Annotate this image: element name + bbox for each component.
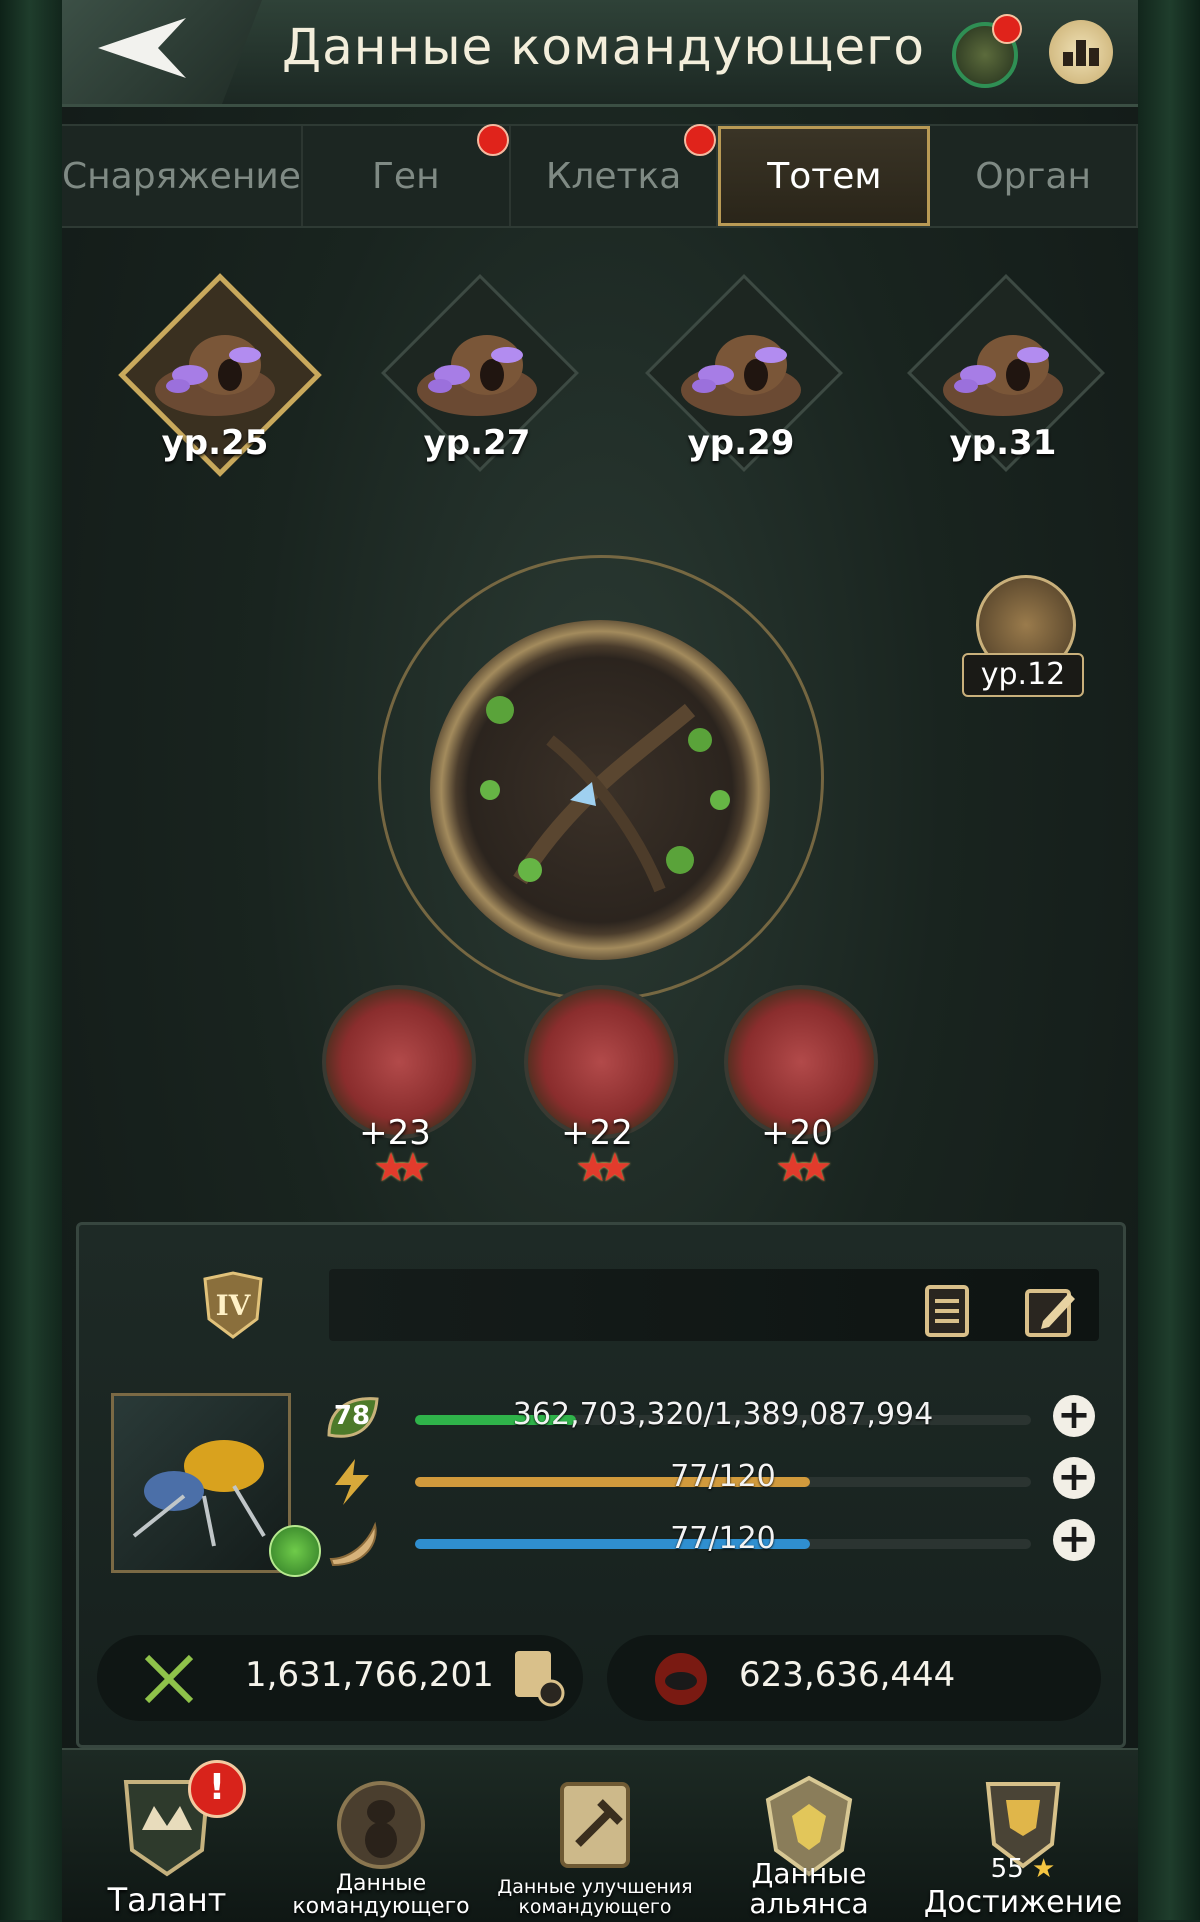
ranking-bar: [1076, 40, 1086, 66]
mushroom-nest-icon: [155, 335, 275, 416]
tab-organ[interactable]: Орган: [930, 126, 1139, 226]
achievement-count-value: 55: [990, 1854, 1024, 1884]
star-rating: ★★: [775, 1145, 833, 1191]
nav-commander-upgrade[interactable]: Данные улучшения командующего: [490, 1750, 700, 1922]
nav-alliance-data[interactable]: Данные альянса: [704, 1750, 914, 1922]
totem-level-item[interactable]: ур.29: [636, 265, 846, 475]
level-leaf-icon: 78: [325, 1395, 381, 1445]
nav-label: Данные командующего: [292, 1870, 470, 1919]
energy-bar-row: 77/120 +: [325, 1457, 1105, 1505]
stamina-text: 77/120: [670, 1521, 776, 1556]
commander-info-panel: IV 78 362,703,320/1,389,087,994 + 77/120…: [76, 1222, 1126, 1748]
totem-level-label: ур.27: [423, 423, 531, 463]
totem-skill-medal[interactable]: +20 ★★: [712, 985, 882, 1195]
star-rating: ★★: [373, 1145, 431, 1191]
commander-level: 78: [333, 1401, 371, 1431]
power-value: 1,631,766,201: [245, 1655, 494, 1695]
tab-totem[interactable]: Тотем: [718, 126, 931, 226]
totem-level-item[interactable]: ур.31: [898, 265, 1108, 475]
commander-ant-icon: [337, 1781, 425, 1869]
vine-butterfly-icon: [480, 696, 730, 893]
star-icon: ★: [1032, 1854, 1056, 1884]
mushroom-nest-icon: [943, 335, 1063, 416]
tab-label: Орган: [975, 155, 1091, 197]
star-rating: ★★: [575, 1145, 633, 1191]
add-experience-button[interactable]: +: [1053, 1395, 1095, 1437]
history-scroll-icon[interactable]: [509, 1647, 565, 1707]
edit-icon: [1025, 1289, 1075, 1337]
crossed-swords-icon: [144, 1654, 194, 1704]
mushroom-nest-icon: [417, 335, 537, 416]
notification-dot: [476, 124, 509, 156]
horn-icon: [329, 1521, 377, 1567]
back-arrow-icon: [98, 18, 186, 78]
ant-commander-icon: [132, 1440, 266, 1547]
nav-label: Достижение: [923, 1884, 1123, 1920]
nav-talent[interactable]: ! Талант: [62, 1750, 272, 1922]
tab-label: Клетка: [545, 155, 682, 197]
header-bar: Данные командующего: [62, 0, 1138, 107]
details-button[interactable]: [921, 1283, 977, 1339]
page-title: Данные командующего: [282, 18, 926, 76]
totem-level-item[interactable]: ур.27: [372, 265, 582, 475]
back-button[interactable]: [62, 0, 262, 104]
nav-achievement[interactable]: 55 ★ Достижение: [918, 1750, 1128, 1922]
energy-text: 77/120: [670, 1459, 776, 1494]
dead-ant-icon: [655, 1653, 707, 1705]
tab-gene[interactable]: Ген: [303, 124, 511, 226]
ranking-chart-icon[interactable]: [1049, 20, 1113, 84]
totem-emblem[interactable]: [430, 620, 770, 960]
achievement-count: 55 ★: [918, 1854, 1128, 1884]
totem-level-label: ур.31: [949, 423, 1057, 463]
refresh-icon[interactable]: [269, 1525, 321, 1577]
lightning-icon: [335, 1459, 369, 1505]
tab-bar: Снаряжение Ген Клетка Тотем Орган: [62, 124, 1139, 228]
rank-badge: IV: [203, 1271, 263, 1339]
tab-label: Ген: [371, 155, 440, 197]
experience-bar-row: 78 362,703,320/1,389,087,994 +: [325, 1395, 1105, 1441]
tab-label: Тотем: [767, 155, 882, 197]
commander-name-field: [329, 1269, 1099, 1341]
totem-level-label: ур.25: [161, 423, 269, 463]
nav-label: Талант: [107, 1881, 227, 1920]
upgrade-scroll-icon: [560, 1782, 630, 1868]
document-icon: [925, 1285, 969, 1337]
stamina-bar-row: 77/120 +: [325, 1519, 1105, 1567]
ranking-bar: [1089, 48, 1099, 66]
totem-core-level: ур.12: [962, 653, 1084, 697]
notification-dot: [684, 124, 717, 156]
kills-stat: 623,636,444: [607, 1635, 1101, 1721]
talent-alert-badge: !: [188, 1760, 246, 1818]
pet-icon[interactable]: [952, 14, 1022, 88]
experience-text: 362,703,320/1,389,087,994: [512, 1397, 934, 1432]
nav-label: Данные альянса: [749, 1857, 869, 1920]
power-stat: 1,631,766,201: [97, 1635, 583, 1721]
rename-button[interactable]: [1023, 1283, 1079, 1339]
totem-level-label: ур.29: [687, 423, 795, 463]
nav-commander-data[interactable]: Данные командующего: [276, 1750, 486, 1922]
tab-equipment[interactable]: Снаряжение: [62, 126, 303, 226]
totem-skill-medal[interactable]: +22 ★★: [512, 985, 682, 1195]
mushroom-nest-icon: [681, 335, 801, 416]
rank-numeral: IV: [216, 1289, 252, 1322]
totem-core-badge[interactable]: ур.12: [958, 575, 1088, 705]
kills-value: 623,636,444: [739, 1655, 956, 1695]
add-energy-button[interactable]: +: [1053, 1457, 1095, 1499]
add-stamina-button[interactable]: +: [1053, 1519, 1095, 1561]
nav-label: Данные улучшения командующего: [497, 1876, 693, 1919]
totem-skill-medal[interactable]: +23 ★★: [310, 985, 480, 1195]
notification-dot: [992, 14, 1022, 44]
bottom-navigation: ! Талант Данные командующего Данные улуч…: [62, 1748, 1138, 1922]
commander-avatar[interactable]: [111, 1393, 291, 1573]
ranking-bar: [1063, 52, 1073, 66]
totem-level-item[interactable]: ур.25: [110, 265, 322, 477]
tab-label: Снаряжение: [62, 155, 301, 197]
tab-cell[interactable]: Клетка: [511, 124, 719, 226]
